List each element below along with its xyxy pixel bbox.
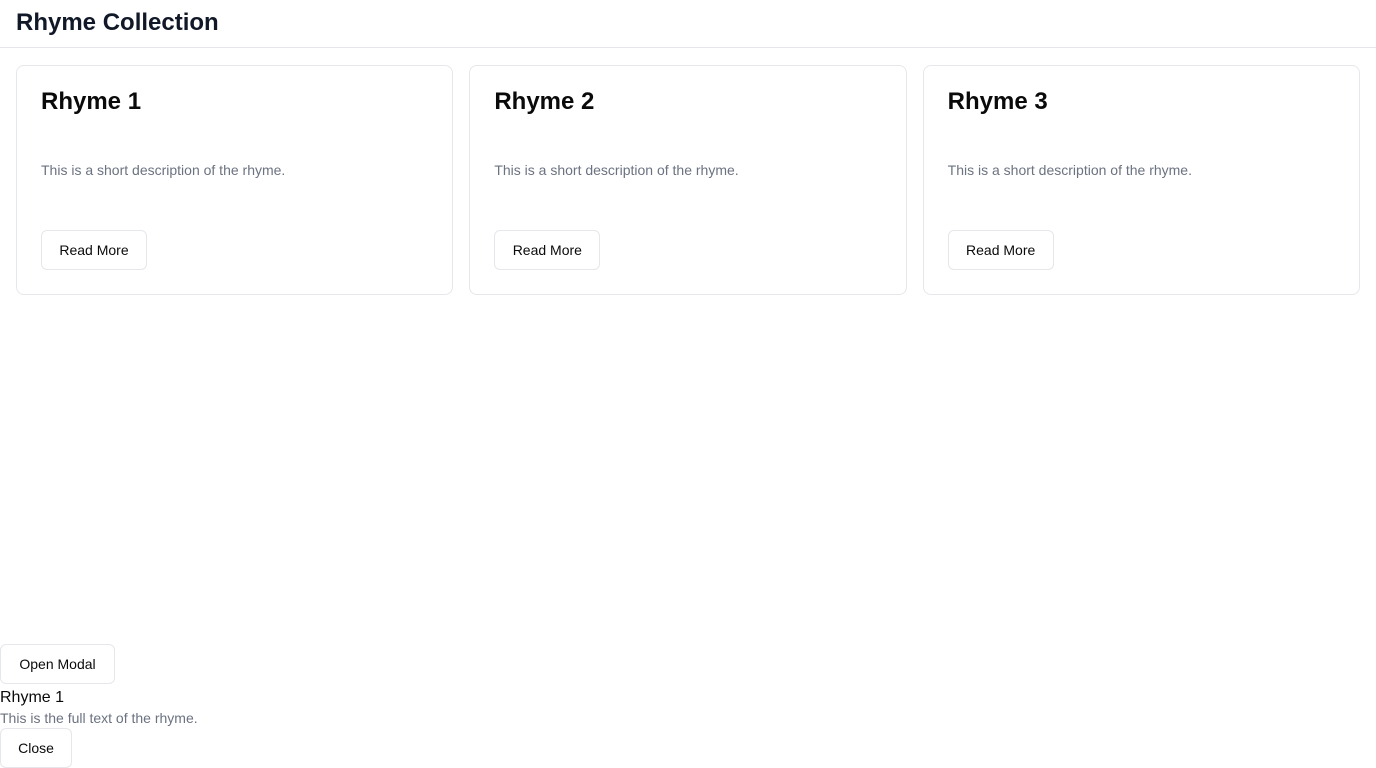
rhyme-card: Rhyme 2 This is a short description of t… [469, 65, 907, 295]
rhyme-card-title: Rhyme 2 [494, 88, 595, 115]
read-more-button[interactable]: Read More [494, 230, 601, 270]
close-button[interactable]: Close [0, 728, 72, 768]
rhyme-card: Rhyme 3 This is a short description of t… [922, 65, 1360, 295]
rhyme-card-grid: Rhyme 1 This is a short description of t… [16, 65, 1360, 295]
open-modal-button[interactable]: Open Modal [0, 644, 115, 684]
rhyme-card-title: Rhyme 1 [41, 88, 142, 115]
modal-section: Open Modal Rhyme 1 This is the full text… [0, 644, 198, 768]
page-title: Rhyme Collection [16, 8, 219, 36]
modal-title: Rhyme 1 [0, 689, 65, 706]
read-more-button[interactable]: Read More [947, 230, 1054, 270]
rhyme-card-description: This is a short description of the rhyme… [494, 162, 739, 178]
rhyme-card-description: This is a short description of the rhyme… [41, 162, 286, 178]
page-header: Rhyme Collection [0, 0, 1376, 48]
modal-text: This is the full text of the rhyme. [0, 710, 198, 726]
rhyme-card-description: This is a short description of the rhyme… [947, 162, 1192, 178]
rhyme-card: Rhyme 1 This is a short description of t… [16, 65, 454, 295]
read-more-button[interactable]: Read More [41, 230, 147, 270]
rhyme-card-title: Rhyme 3 [947, 88, 1048, 115]
